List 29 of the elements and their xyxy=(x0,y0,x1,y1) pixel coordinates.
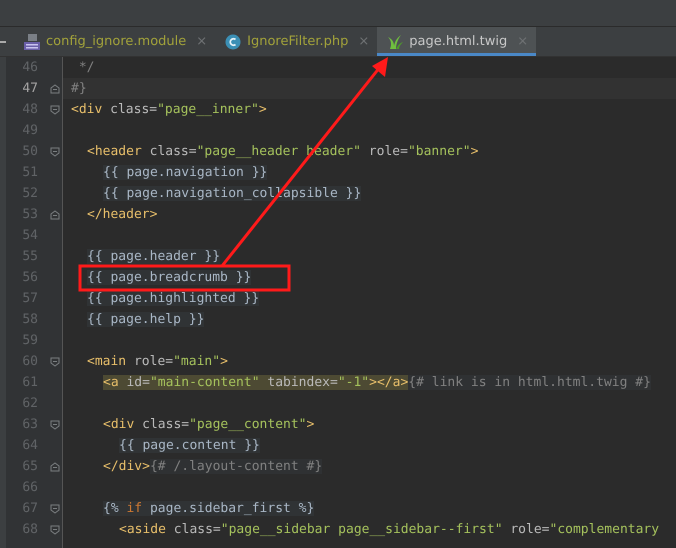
close-icon[interactable]: × xyxy=(196,34,208,49)
code-line: </div>{# /.layout-content #} xyxy=(102,459,322,474)
file-tab[interactable]: page.html.twig × xyxy=(377,27,536,56)
code-line: <main role="main"> xyxy=(86,354,228,369)
leaf-icon xyxy=(387,34,404,50)
code-line: <div class="page__content"> xyxy=(102,417,314,432)
file-tab[interactable]: config_ignore.module × xyxy=(14,27,216,56)
fold-icon xyxy=(50,504,60,514)
code-line: #} xyxy=(70,81,87,96)
close-icon[interactable]: × xyxy=(358,34,370,49)
fold-icon xyxy=(50,356,60,366)
code-line: </header> xyxy=(86,207,158,222)
fold-icon xyxy=(50,420,60,430)
minus-icon xyxy=(0,40,6,42)
fold-icon xyxy=(50,84,60,94)
code-line: <a id="main-content" tabindex="-1"></a>{# link is in html.html.twig #} xyxy=(102,375,651,390)
class-icon xyxy=(225,34,242,50)
fold-icon xyxy=(50,210,60,220)
php-file-icon xyxy=(24,34,40,50)
code-line: */ xyxy=(78,60,94,75)
fold-icon xyxy=(50,146,60,156)
line-number: 47 xyxy=(21,81,39,96)
fold-icon xyxy=(50,462,60,472)
code-line: {% if page.sidebar_first %} xyxy=(102,501,314,516)
file-tab[interactable]: IgnoreFilter.php × xyxy=(215,27,378,56)
fold-icon xyxy=(50,524,60,534)
code-line: <aside class="page__sidebar page__sidebar--first" role="complementary xyxy=(118,522,660,537)
code-line: <div class="page__inner"> xyxy=(70,102,267,117)
fold-icon xyxy=(50,104,60,114)
